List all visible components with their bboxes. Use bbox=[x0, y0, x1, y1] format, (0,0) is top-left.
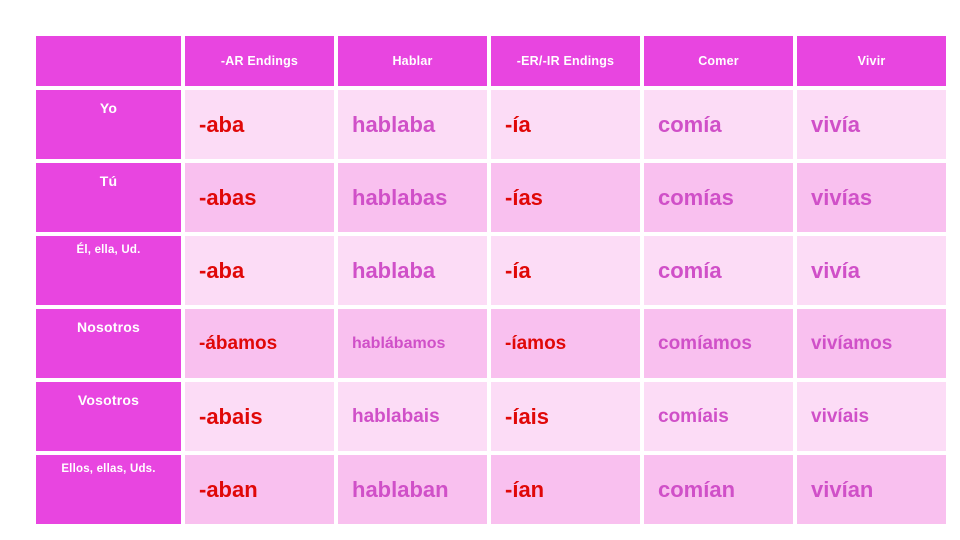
verb-text: hablaba bbox=[352, 111, 436, 137]
ending-text: -íamos bbox=[505, 332, 567, 354]
ending-text: -abais bbox=[199, 403, 263, 429]
column-header-comer: Comer bbox=[644, 36, 793, 86]
conjugation-table-container: -AR Endings Hablar -ER/-IR Endings Comer… bbox=[36, 36, 946, 524]
cell-hablar-vosotros: hablabais bbox=[338, 382, 487, 451]
verb-text: vivíamos bbox=[811, 332, 893, 354]
verb-text: comía bbox=[658, 111, 722, 137]
cell-er-ir-ending-tu: -ías bbox=[491, 163, 640, 232]
cell-vivir-nosotros: vivíamos bbox=[797, 309, 946, 378]
table-body: Yo -aba hablaba -ía comía vivía Tú -abas… bbox=[36, 90, 946, 524]
cell-comer-ellos: comían bbox=[644, 455, 793, 524]
ending-text: -ían bbox=[505, 476, 545, 502]
cell-vivir-yo: vivía bbox=[797, 90, 946, 159]
person-label-tu: Tú bbox=[36, 163, 181, 232]
cell-comer-tu: comías bbox=[644, 163, 793, 232]
verb-text: comíamos bbox=[658, 332, 752, 354]
verb-text: comían bbox=[658, 476, 736, 502]
verb-text: comías bbox=[658, 184, 734, 210]
cell-vivir-tu: vivías bbox=[797, 163, 946, 232]
verb-text: hablabais bbox=[352, 405, 440, 427]
verb-text: vivía bbox=[811, 111, 860, 137]
cell-er-ir-ending-ellos: -ían bbox=[491, 455, 640, 524]
cell-comer-vosotros: comíais bbox=[644, 382, 793, 451]
verb-text: hablaban bbox=[352, 476, 449, 502]
ending-text: -aba bbox=[199, 257, 245, 283]
verb-text: vivíais bbox=[811, 405, 870, 427]
table-row: Tú -abas hablabas -ías comías vivías bbox=[36, 163, 946, 232]
table-row: Él, ella, Ud. -aba hablaba -ía comía viv… bbox=[36, 236, 946, 305]
ending-text: -ía bbox=[505, 257, 531, 283]
cell-ar-ending-ellos: -aban bbox=[185, 455, 334, 524]
table-row: Ellos, ellas, Uds. -aban hablaban -ían c… bbox=[36, 455, 946, 524]
table-row: Yo -aba hablaba -ía comía vivía bbox=[36, 90, 946, 159]
cell-er-ir-ending-el: -ía bbox=[491, 236, 640, 305]
column-header-ar-endings: -AR Endings bbox=[185, 36, 334, 86]
verb-text: comíais bbox=[658, 405, 729, 427]
cell-hablar-ellos: hablaban bbox=[338, 455, 487, 524]
ending-text: -aba bbox=[199, 111, 245, 137]
cell-vivir-ellos: vivían bbox=[797, 455, 946, 524]
cell-hablar-nosotros: hablábamos bbox=[338, 309, 487, 378]
header-row: -AR Endings Hablar -ER/-IR Endings Comer… bbox=[36, 36, 946, 86]
cell-hablar-el: hablaba bbox=[338, 236, 487, 305]
column-header-hablar: Hablar bbox=[338, 36, 487, 86]
person-label-nosotros: Nosotros bbox=[36, 309, 181, 378]
ending-text: -ías bbox=[505, 184, 543, 210]
verb-text: vivías bbox=[811, 184, 873, 210]
imperfect-tense-conjugation-table: -AR Endings Hablar -ER/-IR Endings Comer… bbox=[32, 32, 950, 528]
table-row: Vosotros -abais hablabais -íais comíais … bbox=[36, 382, 946, 451]
header-corner-cell bbox=[36, 36, 181, 86]
cell-comer-nosotros: comíamos bbox=[644, 309, 793, 378]
ending-text: -aban bbox=[199, 476, 258, 502]
cell-ar-ending-vosotros: -abais bbox=[185, 382, 334, 451]
ending-text: -ía bbox=[505, 111, 531, 137]
table-row: Nosotros -ábamos hablábamos -íamos comía… bbox=[36, 309, 946, 378]
cell-vivir-vosotros: vivíais bbox=[797, 382, 946, 451]
ending-text: -ábamos bbox=[199, 332, 278, 354]
cell-vivir-el: vivía bbox=[797, 236, 946, 305]
person-label-ellos-ellas-uds: Ellos, ellas, Uds. bbox=[36, 455, 181, 524]
verb-text: hablaba bbox=[352, 257, 436, 283]
cell-hablar-yo: hablaba bbox=[338, 90, 487, 159]
table-header: -AR Endings Hablar -ER/-IR Endings Comer… bbox=[36, 36, 946, 86]
verb-text: comía bbox=[658, 257, 722, 283]
person-label-el-ella-ud: Él, ella, Ud. bbox=[36, 236, 181, 305]
person-label-yo: Yo bbox=[36, 90, 181, 159]
cell-er-ir-ending-vosotros: -íais bbox=[491, 382, 640, 451]
cell-ar-ending-tu: -abas bbox=[185, 163, 334, 232]
cell-comer-el: comía bbox=[644, 236, 793, 305]
cell-ar-ending-el: -aba bbox=[185, 236, 334, 305]
column-header-vivir: Vivir bbox=[797, 36, 946, 86]
person-label-vosotros: Vosotros bbox=[36, 382, 181, 451]
cell-er-ir-ending-nosotros: -íamos bbox=[491, 309, 640, 378]
verb-text: hablabas bbox=[352, 184, 448, 210]
column-header-er-ir-endings: -ER/-IR Endings bbox=[491, 36, 640, 86]
cell-er-ir-ending-yo: -ía bbox=[491, 90, 640, 159]
verb-text: vivían bbox=[811, 476, 874, 502]
ending-text: -abas bbox=[199, 184, 257, 210]
cell-comer-yo: comía bbox=[644, 90, 793, 159]
verb-text: hablábamos bbox=[352, 334, 446, 352]
ending-text: -íais bbox=[505, 403, 550, 429]
cell-ar-ending-nosotros: -ábamos bbox=[185, 309, 334, 378]
cell-hablar-tu: hablabas bbox=[338, 163, 487, 232]
verb-text: vivía bbox=[811, 257, 860, 283]
cell-ar-ending-yo: -aba bbox=[185, 90, 334, 159]
